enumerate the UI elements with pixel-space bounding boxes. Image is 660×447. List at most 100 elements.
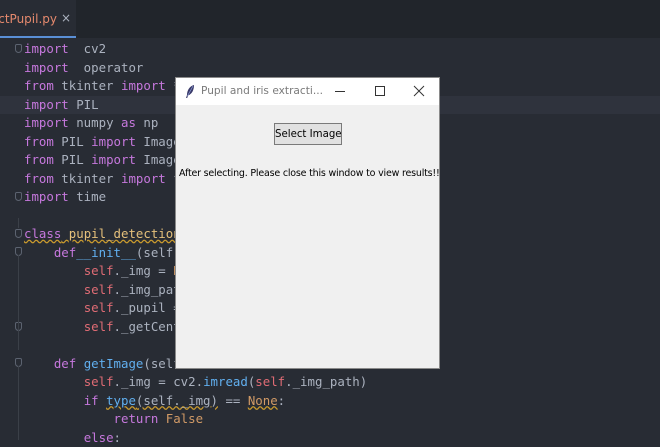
code-token: self	[84, 374, 114, 389]
code-token	[24, 263, 84, 278]
code-text: import numpy as np	[24, 114, 158, 133]
code-token: operator	[69, 60, 144, 75]
code-token: else	[84, 430, 114, 445]
tab-detectpupil[interactable]: tectPupil.py ×	[0, 0, 76, 38]
code-token: Image	[136, 152, 181, 167]
code-text: self._pupil =	[24, 299, 181, 318]
code-text: class pupil_detection(	[24, 225, 188, 244]
editor-tab-bar: tectPupil.py ×	[0, 0, 660, 38]
code-text: self._img = cv2.imread(self._img_path)	[24, 373, 367, 392]
code-token: self	[84, 319, 114, 334]
code-token: :	[278, 393, 285, 408]
code-token: tkinter	[54, 78, 121, 93]
code-token: import	[24, 41, 69, 56]
code-text: import operator	[24, 59, 143, 78]
code-line[interactable]: import operator	[0, 59, 660, 78]
code-token: from	[24, 78, 54, 93]
close-icon[interactable]	[399, 78, 439, 105]
code-text: else:	[24, 429, 121, 447]
code-line[interactable]: self._img = cv2.imread(self._img_path)	[0, 373, 660, 392]
code-token	[158, 411, 165, 426]
code-token: (self,	[136, 245, 181, 260]
code-token: from	[24, 152, 54, 167]
code-token	[24, 300, 84, 315]
code-token: as	[121, 115, 136, 130]
code-text: import cv2	[24, 40, 106, 59]
code-line[interactable]: return False	[0, 410, 660, 429]
code-token: ._img = cv2.	[114, 374, 204, 389]
code-token	[24, 356, 54, 371]
code-text: from PIL import Image	[24, 151, 181, 170]
minimize-icon[interactable]	[320, 78, 360, 105]
code-token: None	[248, 393, 278, 408]
code-token	[24, 245, 54, 260]
dialog-titlebar[interactable]: Pupil and iris extracti...	[176, 78, 439, 105]
code-token: :	[114, 430, 121, 445]
select-image-button[interactable]: Select Image	[274, 123, 342, 145]
code-token: self	[84, 263, 114, 278]
code-text: from PIL import ImageT	[24, 133, 188, 152]
code-token: return	[114, 411, 159, 426]
code-token: import	[24, 60, 69, 75]
code-token: self	[255, 374, 285, 389]
code-token: import	[24, 115, 69, 130]
code-token: ._img_path)	[285, 374, 367, 389]
code-token	[24, 319, 84, 334]
code-text: self._getCentr	[24, 318, 188, 337]
code-token: from	[24, 134, 54, 149]
tab-label: tectPupil.py	[0, 12, 57, 26]
code-text: import time	[24, 188, 106, 207]
code-token: import	[24, 97, 69, 112]
code-token: ._img =	[114, 263, 174, 278]
code-token: imread	[203, 374, 248, 389]
code-token: PIL	[69, 97, 99, 112]
code-token: getImage	[84, 356, 144, 371]
maximize-icon[interactable]	[360, 78, 400, 105]
code-token: cv2	[69, 41, 106, 56]
code-token: __init__	[76, 245, 136, 260]
code-text: from tkinter import f	[24, 170, 181, 189]
code-token: PIL	[54, 134, 91, 149]
code-token: class	[24, 226, 61, 241]
code-token: pupil_detection	[69, 226, 181, 241]
code-text: self._img = No	[24, 262, 188, 281]
code-text: from tkinter import *	[24, 77, 181, 96]
code-token: import	[91, 134, 136, 149]
code-text: if type(self._img) == None:	[24, 392, 285, 411]
code-line[interactable]: else:	[0, 429, 660, 447]
code-text: self._img_path	[24, 281, 188, 300]
code-text: def getImage(self	[24, 355, 181, 374]
code-token: False	[166, 411, 203, 426]
code-text: import PIL	[24, 96, 99, 115]
code-token: tkinter	[54, 171, 121, 186]
code-line[interactable]: import cv2	[0, 40, 660, 59]
code-token: self	[84, 282, 114, 297]
code-token: def	[54, 245, 76, 260]
dialog-title: Pupil and iris extracti...	[201, 85, 323, 97]
code-token: from	[24, 171, 54, 186]
code-token: self	[84, 300, 114, 315]
code-token	[61, 226, 68, 241]
code-token	[24, 411, 114, 426]
code-token: import	[121, 171, 166, 186]
code-text: def__init__(self,	[24, 244, 181, 263]
tk-feather-icon	[184, 84, 196, 99]
code-line[interactable]: if type(self._img) == None:	[0, 392, 660, 411]
code-token: def	[54, 356, 76, 371]
code-text: return False	[24, 410, 203, 429]
code-token: import	[91, 152, 136, 167]
tab-close-icon[interactable]: ×	[61, 11, 71, 25]
code-token	[24, 282, 84, 297]
code-token: type	[106, 393, 136, 408]
code-token: import	[121, 78, 166, 93]
code-token	[99, 393, 106, 408]
code-token	[24, 374, 84, 389]
code-token: (self._img)	[136, 393, 218, 408]
instruction-label: After selecting. Please close this windo…	[179, 168, 440, 179]
code-token: numpy	[69, 115, 121, 130]
code-token: ._pupil =	[114, 300, 181, 315]
code-token: import	[24, 189, 69, 204]
code-token: ==	[218, 393, 248, 408]
code-token	[24, 430, 84, 445]
code-token	[24, 393, 84, 408]
